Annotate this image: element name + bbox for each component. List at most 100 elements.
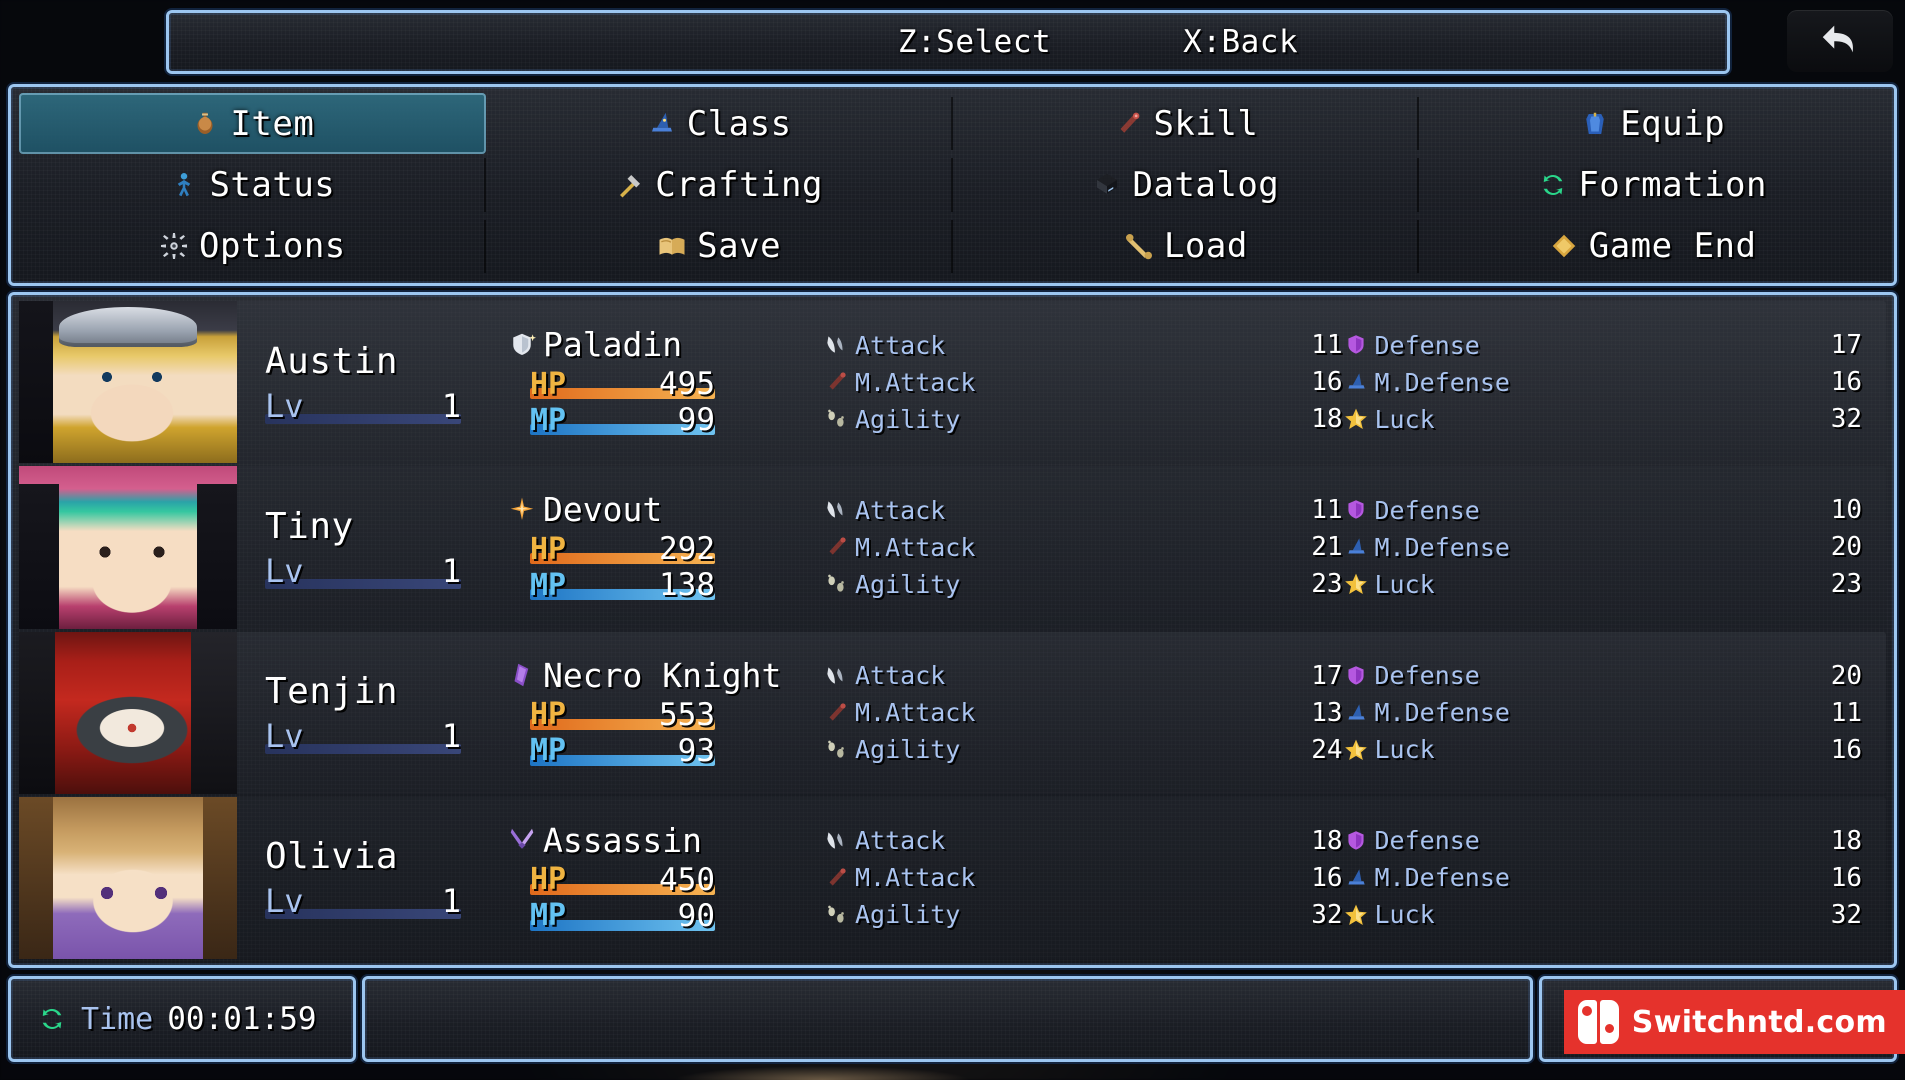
param-value: 20 [1830, 660, 1862, 691]
party-row[interactable]: Tenjin Lv 1 Necro Knight HP 553 MP 93 At… [19, 631, 1886, 794]
param-m-defense: M.Defense 20 [1343, 531, 1862, 564]
class-block: Devout HP 292 MP 138 [507, 490, 807, 604]
class-block: Assassin HP 450 MP 90 [507, 821, 807, 935]
param-agility: Agility 32 [823, 898, 1343, 931]
command-window: Item Class Skill Equip Status Crafting D… [8, 84, 1897, 286]
person-icon [169, 170, 199, 200]
party-status-window: Austin Lv 1 Paladin HP 495 MP 99 Attack … [8, 292, 1897, 968]
class-name: Assassin [543, 820, 702, 860]
open-book-icon [657, 231, 687, 261]
clock-refresh-icon [37, 1004, 67, 1034]
purple-gem-icon [507, 660, 537, 690]
param-luck: Luck 32 [1343, 898, 1862, 931]
armor-icon [1580, 109, 1610, 139]
param-value: 16 [1830, 367, 1862, 398]
menu-item-save[interactable]: Save [486, 216, 953, 277]
shield-icon [1343, 828, 1369, 854]
param-attack: Attack 17 [823, 659, 1343, 692]
menu-item-status[interactable]: Status [19, 154, 486, 215]
party-row[interactable]: Austin Lv 1 Paladin HP 495 MP 99 Attack … [19, 301, 1886, 464]
menu-item-load[interactable]: Load [953, 216, 1420, 277]
tiny-portrait [19, 466, 237, 629]
watermark-text: Switchntd.com [1631, 1004, 1887, 1040]
param-value: 23 [1311, 569, 1343, 600]
magic-wand-icon [823, 369, 849, 395]
param-label: Attack [855, 330, 946, 360]
menu-item-crafting[interactable]: Crafting [486, 154, 953, 215]
sparkle-star-icon [507, 495, 537, 525]
shield-icon [1343, 497, 1369, 523]
hp-label: HP [530, 862, 567, 898]
menu-item-game-end[interactable]: Game End [1419, 216, 1886, 277]
menu-item-item[interactable]: Item [19, 93, 486, 155]
param-value: 11 [1311, 495, 1343, 526]
shield-shine-icon [507, 330, 537, 360]
party-row[interactable]: Tiny Lv 1 Devout HP 292 MP 138 Attack 11… [19, 466, 1886, 629]
footprints-icon [823, 902, 849, 928]
tenjin-portrait [19, 631, 237, 794]
hint-select: Z:Select [897, 24, 1052, 60]
param-label: Agility [855, 900, 961, 930]
hp-label: HP [530, 697, 567, 733]
character-name: Austin [265, 340, 399, 382]
param-m-defense: M.Defense 16 [1343, 366, 1862, 399]
param-value: 16 [1311, 367, 1343, 398]
param-label: M.Attack [855, 532, 976, 562]
hint-back: X:Back [1183, 24, 1299, 60]
menu-item-label: Equip [1620, 103, 1726, 144]
menu-item-equip[interactable]: Equip [1419, 93, 1886, 154]
param-label: Defense [1374, 495, 1480, 525]
menu-item-label: Status [209, 164, 336, 205]
character-name: Tenjin [265, 671, 399, 713]
menu-item-label: Formation [1578, 164, 1767, 205]
mp-gauge: MP 93 [530, 732, 715, 769]
param-m-defense: M.Defense 16 [1343, 861, 1862, 894]
help-window: Z:Select X:Back [166, 10, 1730, 74]
menu-item-datalog[interactable]: Datalog [953, 154, 1420, 215]
param-attack: Attack 11 [823, 329, 1343, 362]
level-label: Lv [265, 386, 304, 425]
shield-icon [1343, 332, 1369, 358]
param-label: Defense [1374, 330, 1480, 360]
class-name: Paladin [543, 325, 683, 365]
mp-label: MP [530, 567, 567, 603]
star-icon [1343, 406, 1369, 432]
param-attack: Attack 18 [823, 824, 1343, 857]
level-label: Lv [265, 717, 304, 756]
param-label: Luck [1374, 569, 1435, 599]
hp-value: 292 [659, 531, 715, 568]
star-icon [1343, 737, 1369, 763]
hp-label: HP [530, 366, 567, 402]
class-block: Paladin HP 495 MP 99 [507, 325, 807, 439]
wizard-hat-icon [647, 109, 677, 139]
param-label: Luck [1374, 404, 1435, 434]
mp-value: 93 [677, 732, 715, 769]
param-value: 10 [1830, 495, 1862, 526]
level-value: 1 [441, 551, 461, 590]
footprints-icon [823, 737, 849, 763]
pouch-icon [190, 109, 220, 139]
param-value: 23 [1830, 569, 1862, 600]
menu-item-formation[interactable]: Formation [1419, 154, 1886, 215]
mp-gauge: MP 138 [530, 567, 715, 603]
hp-gauge: HP 495 [530, 366, 715, 402]
party-row[interactable]: Olivia Lv 1 Assassin HP 450 MP 90 Attack… [19, 796, 1886, 959]
switch-logo-icon [1577, 1000, 1620, 1044]
command-grid: Item Class Skill Equip Status Crafting D… [11, 87, 1894, 283]
param-value: 13 [1311, 697, 1343, 728]
level-value: 1 [441, 882, 461, 921]
level-label: Lv [265, 882, 304, 921]
menu-item-options[interactable]: Options [19, 216, 486, 277]
claw-icon [823, 828, 849, 854]
name-block: Olivia Lv 1 [237, 836, 507, 921]
sun-gear-icon [159, 231, 189, 261]
param-value: 16 [1311, 862, 1343, 893]
menu-item-skill[interactable]: Skill [953, 93, 1420, 154]
param-value: 11 [1830, 697, 1862, 728]
hp-gauge: HP 292 [530, 531, 715, 568]
param-defense: Defense 20 [1343, 659, 1862, 692]
hp-label: HP [530, 531, 567, 567]
back-button[interactable] [1787, 10, 1893, 72]
menu-item-class[interactable]: Class [486, 93, 953, 154]
playtime-label: Time [81, 1001, 154, 1037]
